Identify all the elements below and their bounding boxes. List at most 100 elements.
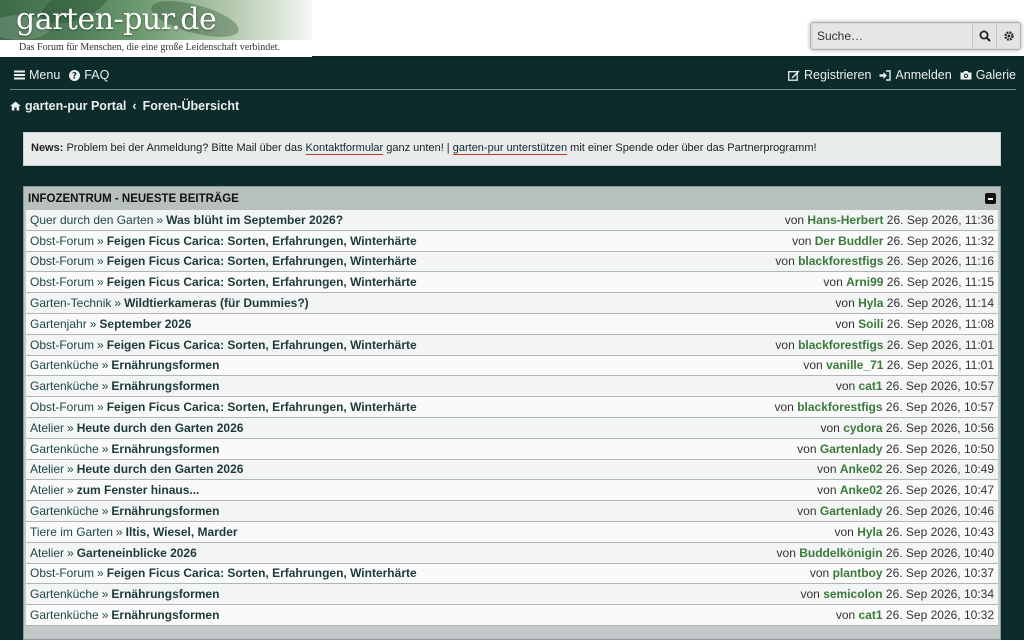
advanced-search-button[interactable] xyxy=(996,24,1020,48)
breadcrumb-forum-overview[interactable]: Foren-Übersicht xyxy=(143,99,240,113)
forum-link[interactable]: Atelier xyxy=(30,421,64,435)
login-link[interactable]: Anmelden xyxy=(879,68,952,82)
separator-icon: » xyxy=(89,316,97,331)
forum-link[interactable]: Obst-Forum xyxy=(30,338,94,352)
topic-link[interactable]: Ernährungsformen xyxy=(111,442,219,456)
topic-link[interactable]: Ernährungsformen xyxy=(111,608,219,622)
topic-link[interactable]: Feigen Ficus Carica: Sorten, Erfahrungen… xyxy=(107,400,417,414)
news-label: News: xyxy=(31,142,64,154)
forum-link[interactable]: Atelier xyxy=(30,546,64,560)
topic-link[interactable]: Garteneinblicke 2026 xyxy=(77,546,197,560)
user-link[interactable]: Gartenlady xyxy=(820,442,883,456)
gallery-link[interactable]: Galerie xyxy=(960,68,1016,82)
forum-link[interactable]: Obst-Forum xyxy=(30,400,94,414)
forum-link[interactable]: Gartenküche xyxy=(30,358,99,372)
register-link[interactable]: Registrieren xyxy=(788,68,871,82)
topic-link[interactable]: September 2026 xyxy=(99,317,191,331)
forum-link[interactable]: Gartenküche xyxy=(30,608,99,622)
forum-link[interactable]: Quer durch den Garten xyxy=(30,213,153,227)
forum-link[interactable]: Atelier xyxy=(30,483,64,497)
forum-link[interactable]: Tiere im Garten xyxy=(30,525,113,539)
topic-link[interactable]: Ernährungsformen xyxy=(111,504,219,518)
post-date: 26. Sep 2026, 10:49 xyxy=(885,462,994,477)
search-input[interactable] xyxy=(813,24,972,48)
by-label: von xyxy=(817,483,837,498)
post-date: 26. Sep 2026, 11:15 xyxy=(886,275,994,290)
svg-text:?: ? xyxy=(72,71,77,80)
list-item: Atelier» Garteneinblicke 2026 von Buddelkö… xyxy=(26,542,998,564)
separator-icon: » xyxy=(97,566,104,581)
by-label: von xyxy=(835,296,855,311)
user-link[interactable]: semicolon xyxy=(823,587,882,601)
forum-link[interactable]: Gartenküche xyxy=(30,587,99,601)
forum-link[interactable]: Gartenküche xyxy=(30,379,99,393)
user-link[interactable]: Hans-Herbert xyxy=(807,213,883,227)
breadcrumb-portal[interactable]: garten-pur Portal xyxy=(10,99,126,113)
topic-link[interactable]: Wildtierkameras (für Dummies?) xyxy=(124,296,309,310)
menu-icon xyxy=(14,70,25,80)
topic-link[interactable]: Ernährungsformen xyxy=(111,379,219,393)
topic-link[interactable]: Feigen Ficus Carica: Sorten, Erfahrungen… xyxy=(107,234,417,248)
forum-link[interactable]: Gartenjahr xyxy=(30,317,87,331)
post-date: 26. Sep 2026, 11:08 xyxy=(886,316,994,331)
forum-link[interactable]: Obst-Forum xyxy=(30,566,94,580)
user-link[interactable]: cat1 xyxy=(859,608,883,622)
user-link[interactable]: Anke02 xyxy=(840,483,883,497)
topic-link[interactable]: Ernährungsformen xyxy=(111,587,219,601)
topic-link[interactable]: Ernährungsformen xyxy=(111,358,219,372)
separator-icon: » xyxy=(156,212,164,227)
forum-link[interactable]: Obst-Forum xyxy=(30,254,94,268)
contact-form-link[interactable]: Kontaktformular xyxy=(305,142,384,155)
topic-link[interactable]: Iltis, Wiesel, Marder xyxy=(126,525,238,539)
list-item: Atelier» Heute durch den Garten 2026 von c… xyxy=(26,417,998,439)
forum-link[interactable]: Gartenküche xyxy=(30,442,99,456)
topic-link[interactable]: Heute durch den Garten 2026 xyxy=(77,421,244,435)
forum-link[interactable]: Garten-Technik xyxy=(30,296,111,310)
separator-icon: » xyxy=(67,545,74,560)
breadcrumb-portal-label: garten-pur Portal xyxy=(25,99,127,113)
list-item: Gartenküche» Ernährungsformen von Gartenla… xyxy=(26,438,998,460)
user-link[interactable]: blackforestfigs xyxy=(798,338,883,352)
faq-link[interactable]: ? FAQ xyxy=(69,68,109,82)
topic-link[interactable]: Feigen Ficus Carica: Sorten, Erfahrungen… xyxy=(107,254,417,268)
user-link[interactable]: blackforestfigs xyxy=(798,254,883,268)
user-link[interactable]: vanille_71 xyxy=(826,358,883,372)
user-link[interactable]: Hyla xyxy=(858,296,883,310)
user-link[interactable]: Buddelkönigin xyxy=(799,546,882,560)
topic-link[interactable]: Heute durch den Garten 2026 xyxy=(77,462,244,476)
menu-label: Menu xyxy=(29,68,61,82)
user-link[interactable]: cydora xyxy=(843,421,882,435)
breadcrumb: garten-pur Portal ‹ Foren-Übersicht xyxy=(10,99,239,113)
topic-link[interactable]: Feigen Ficus Carica: Sorten, Erfahrungen… xyxy=(107,275,417,289)
forum-link[interactable]: Gartenküche xyxy=(30,504,99,518)
post-date: 26. Sep 2026, 10:56 xyxy=(885,420,994,435)
separator-icon: » xyxy=(97,400,104,415)
forum-link[interactable]: Obst-Forum xyxy=(30,234,94,248)
user-link[interactable]: Anke02 xyxy=(840,462,883,476)
user-link[interactable]: Gartenlady xyxy=(820,504,883,518)
search-button[interactable] xyxy=(972,24,996,48)
user-link[interactable]: cat1 xyxy=(859,379,883,393)
list-item: Gartenküche» Ernährungsformen von Gartenla… xyxy=(26,501,998,522)
collapse-icon[interactable] xyxy=(985,193,996,204)
post-date: 26. Sep 2026, 10:57 xyxy=(885,379,994,394)
user-link[interactable]: Arni99 xyxy=(846,275,883,289)
topic-link[interactable]: zum Fenster hinaus... xyxy=(77,483,200,497)
user-link[interactable]: blackforestfigs xyxy=(797,400,882,414)
forum-link[interactable]: Obst-Forum xyxy=(30,275,94,289)
user-link[interactable]: Hyla xyxy=(857,525,882,539)
list-item: Obst-Forum» Feigen Ficus Carica: Sorten, … xyxy=(26,334,998,356)
list-item: Gartenjahr» September 2026 von Soili 26. S… xyxy=(26,313,998,335)
menu-button[interactable]: Menu xyxy=(14,68,60,82)
user-link[interactable]: Soili xyxy=(858,317,883,331)
user-link[interactable]: Der Buddler xyxy=(815,234,884,248)
support-link[interactable]: garten-pur unterstützen xyxy=(452,142,568,155)
forum-link[interactable]: Atelier xyxy=(30,462,64,476)
post-date: 26. Sep 2026, 10:37 xyxy=(885,566,994,581)
topic-link[interactable]: Feigen Ficus Carica: Sorten, Erfahrungen… xyxy=(107,338,417,352)
topic-link[interactable]: Was blüht im September 2026? xyxy=(166,213,343,227)
topic-link[interactable]: Feigen Ficus Carica: Sorten, Erfahrungen… xyxy=(107,566,417,580)
site-logo[interactable]: garten-pur.de Das Forum für Menschen, di… xyxy=(0,0,312,57)
by-label: von xyxy=(792,233,812,248)
user-link[interactable]: plantboy xyxy=(833,566,883,580)
